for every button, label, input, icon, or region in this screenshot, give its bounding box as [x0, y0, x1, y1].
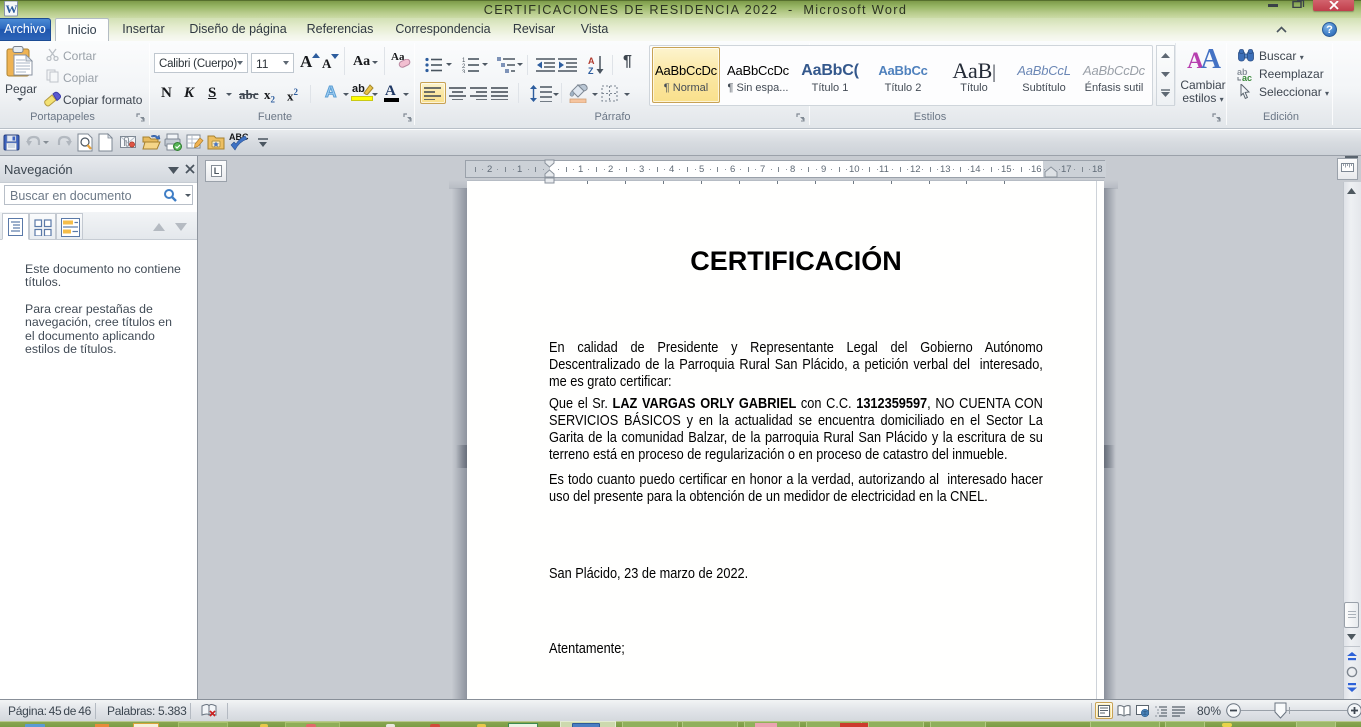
svg-text:3: 3 [462, 70, 466, 73]
svg-text:ac: ac [1242, 73, 1252, 81]
svg-text:W: W [6, 2, 18, 16]
svg-text:A: A [588, 56, 595, 66]
svg-text:Z: Z [588, 66, 594, 75]
